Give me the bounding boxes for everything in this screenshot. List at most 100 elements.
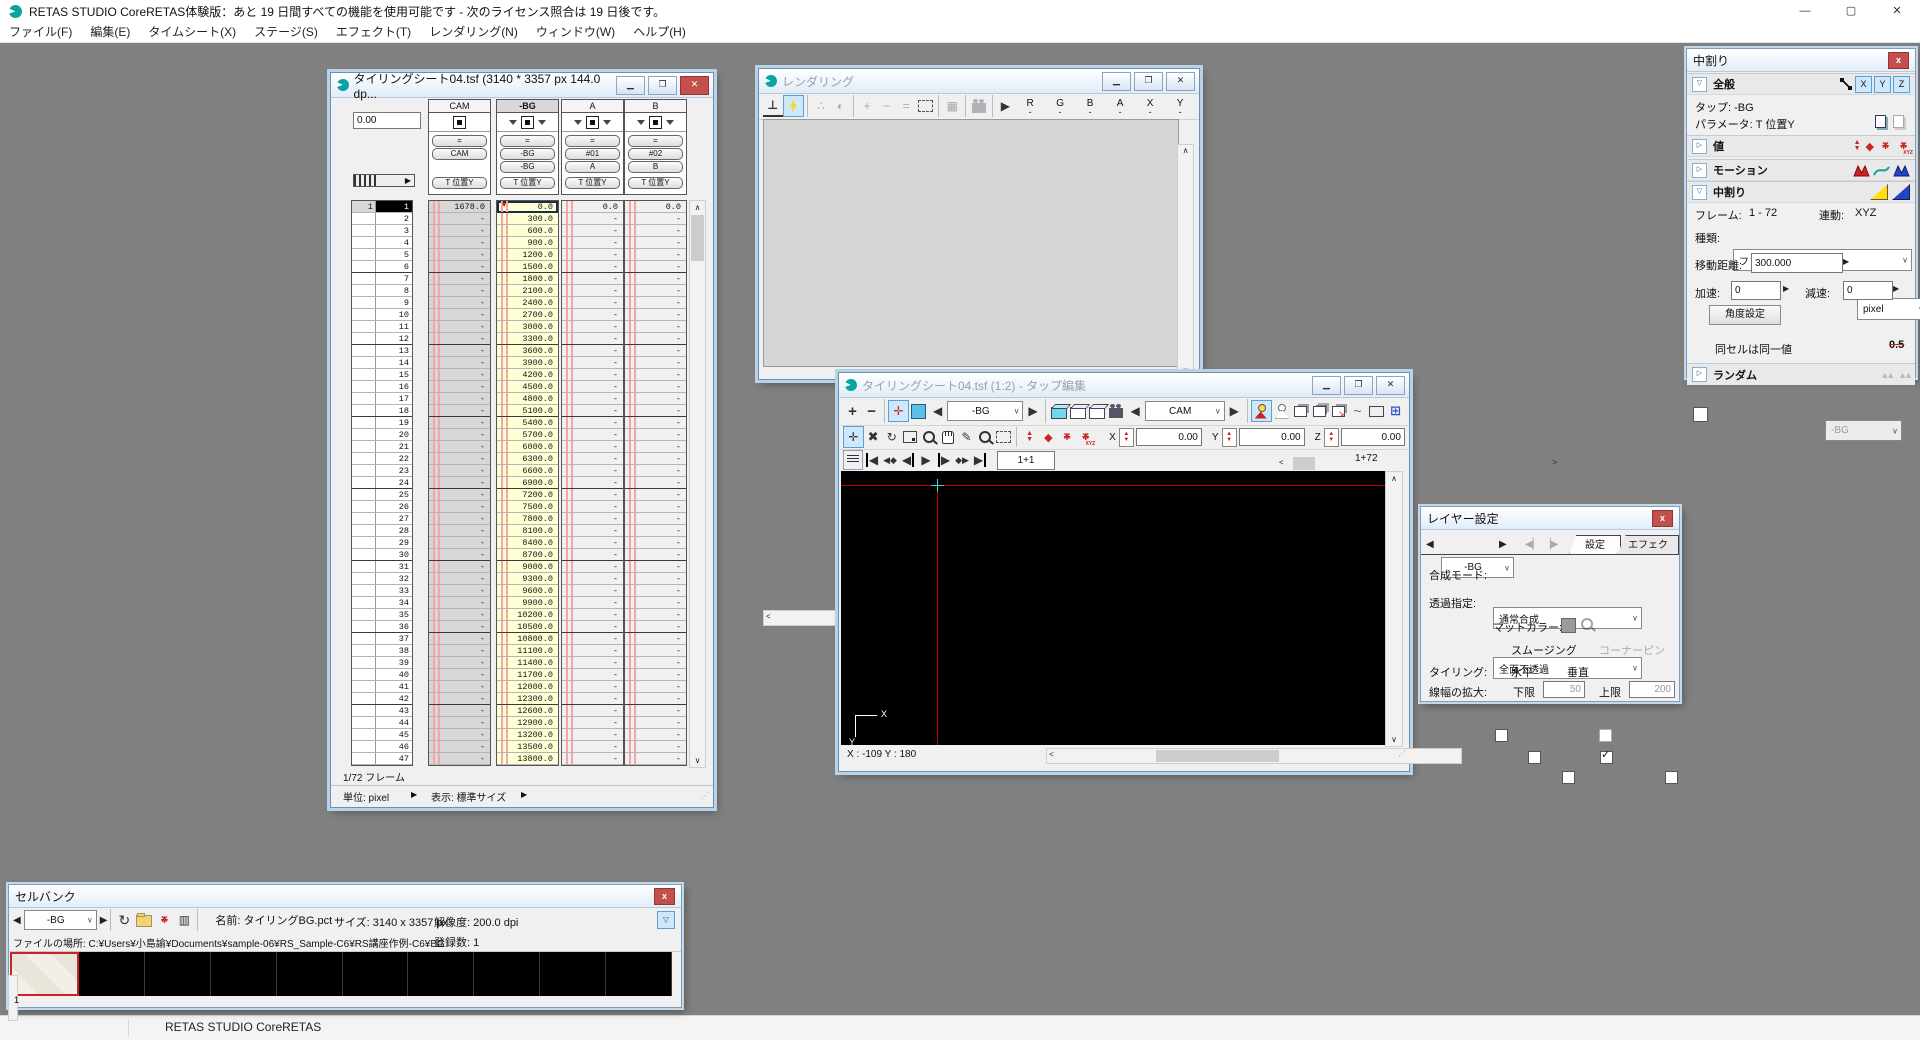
tiling-horizontal-checkbox[interactable] — [1528, 751, 1541, 764]
sheet-cell-bgc-43[interactable]: 12600.0 — [497, 705, 558, 717]
sheet-cell-ac-29[interactable]: - — [562, 537, 623, 549]
cube-view-icon-2[interactable] — [1068, 401, 1087, 421]
sheet-cell-bc-22[interactable]: - — [625, 453, 686, 465]
sheet-cell-bc-14[interactable]: - — [625, 357, 686, 369]
frame-number-row-5[interactable]: 5 — [352, 249, 412, 261]
axis-x-button[interactable]: X — [1855, 76, 1872, 93]
sheet-cell-ac-6[interactable]: - — [562, 261, 623, 273]
cel-thumbnail-4[interactable] — [211, 952, 277, 996]
sheet-cell-ac-24[interactable]: - — [562, 477, 623, 489]
resize-grip[interactable]: ⋰ — [701, 791, 709, 800]
sheet-cell-bc-6[interactable]: - — [625, 261, 686, 273]
menu-item-1[interactable]: 編集(E) — [81, 22, 139, 42]
sheet-cell-bgc-14[interactable]: 3900.0 — [497, 357, 558, 369]
frame-number-row-25[interactable]: 25 — [352, 489, 412, 501]
sheet-cell-cam-15[interactable]: - — [429, 369, 490, 381]
prev-frame-icon[interactable]: ◀ — [899, 450, 917, 470]
thumbnail-size-slider[interactable]: ▶ — [353, 174, 415, 187]
layers-icon[interactable] — [1291, 401, 1310, 421]
sheet-cell-ac-45[interactable]: - — [562, 729, 623, 741]
cel-thumbnail-8[interactable] — [474, 952, 540, 996]
render-channel-X[interactable]: X- — [1135, 98, 1165, 115]
bg-layer-icon[interactable] — [521, 116, 534, 129]
sheet-cell-bc-13[interactable]: - — [625, 345, 686, 357]
frame-number-row-2[interactable]: 2 — [352, 213, 412, 225]
frame-number-row-7[interactable]: 7 — [352, 273, 412, 285]
sheet-cell-bc-41[interactable]: - — [625, 681, 686, 693]
sheet-cell-ac-25[interactable]: - — [562, 489, 623, 501]
sheet-cell-bgc-46[interactable]: 13500.0 — [497, 741, 558, 753]
sheet-cell-bc-24[interactable]: - — [625, 477, 686, 489]
copy-icon[interactable] — [1875, 115, 1886, 128]
cam-name-button[interactable]: CAM — [432, 148, 487, 160]
z-field[interactable]: 0.00 — [1341, 428, 1405, 446]
motion-pencil-curve-icon[interactable] — [1873, 164, 1890, 177]
sheet-cell-bgc-33[interactable]: 9600.0 — [497, 585, 558, 597]
y-field[interactable]: 0.00 — [1239, 428, 1305, 446]
sheet-cell-cam-31[interactable]: - — [429, 561, 490, 573]
snapshot-icon[interactable] — [969, 96, 989, 116]
add-tap-icon[interactable]: + — [843, 401, 862, 421]
cam-param-button[interactable]: T 位置Y — [432, 177, 487, 189]
cellbank-close-button[interactable]: x — [654, 888, 675, 905]
sheet-cell-bc-16[interactable]: - — [625, 381, 686, 393]
sheet-cell-bc-43[interactable]: - — [625, 705, 686, 717]
frame-number-row-36[interactable]: 36 — [352, 621, 412, 633]
move-tool-icon[interactable]: ✛ — [843, 426, 864, 448]
show-person-icon[interactable] — [1251, 400, 1272, 422]
cel-thumbnail-3[interactable] — [145, 952, 211, 996]
matte-picker-icon[interactable] — [1581, 618, 1593, 633]
view-expand-icon[interactable]: ▶ — [521, 790, 527, 799]
sheet-cell-bc-33[interactable]: - — [625, 585, 686, 597]
sheet-cell-ac-28[interactable]: - — [562, 525, 623, 537]
sheet-cell-ac-40[interactable]: - — [562, 669, 623, 681]
sheet-cell-bgc-12[interactable]: 3300.0 — [497, 333, 558, 345]
select-rect-tool-icon[interactable] — [995, 427, 1014, 447]
sheet-cell-bgc-30[interactable]: 8700.0 — [497, 549, 558, 561]
sheet-cell-bgc-28[interactable]: 8100.0 — [497, 525, 558, 537]
sheet-cell-ac-16[interactable]: - — [562, 381, 623, 393]
frame-number-row-30[interactable]: 30 — [352, 549, 412, 561]
cel-next-icon[interactable]: ▶ — [100, 915, 108, 926]
section-inbetween[interactable]: ▽ 中割り — [1687, 181, 1915, 203]
render-channel-Y[interactable]: Y- — [1165, 98, 1195, 115]
sheet-cell-cam-7[interactable]: - — [429, 273, 490, 285]
ease-blue-icon[interactable] — [1892, 184, 1910, 200]
sheet-cell-ac-46[interactable]: - — [562, 741, 623, 753]
sheet-cell-cam-41[interactable]: - — [429, 681, 490, 693]
sheet-cell-bc-2[interactable]: - — [625, 213, 686, 225]
sheet-cell-cam-30[interactable]: - — [429, 549, 490, 561]
pencil-tool-icon[interactable]: ✎ — [957, 427, 976, 447]
frame-number-row-8[interactable]: 8 — [352, 285, 412, 297]
sheet-cell-bc-7[interactable]: - — [625, 273, 686, 285]
rendering-titlebar[interactable]: レンダリング ▁ ❐ ✕ — [759, 69, 1199, 94]
sheet-cell-bgc-35[interactable]: 10200.0 — [497, 609, 558, 621]
sheet-cell-bc-9[interactable]: - — [625, 297, 686, 309]
go-first-icon[interactable]: ◀ — [863, 450, 881, 470]
layer-titlebar[interactable]: レイヤー設定 x — [1421, 507, 1679, 530]
sheet-cell-cam-45[interactable]: - — [429, 729, 490, 741]
frame-number-row-42[interactable]: 42 — [352, 693, 412, 705]
sheet-cell-bgc-38[interactable]: 11100.0 — [497, 645, 558, 657]
frame-number-row-26[interactable]: 26 — [352, 501, 412, 513]
section-random[interactable]: ▷ ランダム ▲▲ ▲▲ — [1687, 363, 1915, 385]
node-path-icon[interactable] — [1840, 78, 1852, 90]
rendering-restore-button[interactable]: ❐ — [1134, 72, 1163, 91]
sheet-cell-ac-10[interactable]: - — [562, 309, 623, 321]
sheet-cell-cam-42[interactable]: - — [429, 693, 490, 705]
frame-border-icon[interactable] — [1367, 401, 1386, 421]
unit-expand-icon[interactable]: ▶ — [411, 790, 417, 799]
color-dots-icon[interactable]: ∴ — [811, 96, 831, 116]
sheet-cell-cam-2[interactable]: - — [429, 213, 490, 225]
inbetween-expander-icon[interactable]: ▽ — [1692, 185, 1707, 200]
sheet-cell-cam-18[interactable]: - — [429, 405, 490, 417]
y-stepper[interactable]: ▲▼ — [1222, 428, 1237, 447]
cube-view-icon-3[interactable] — [1088, 401, 1107, 421]
frame-number-row-40[interactable]: 40 — [352, 669, 412, 681]
cam-eq-button[interactable]: = — [432, 135, 487, 147]
sheet-cell-bgc-7[interactable]: 1800.0 — [497, 273, 558, 285]
layer-transfer-icon[interactable] — [1329, 401, 1348, 421]
tap-cam-select[interactable]: CAM — [1145, 401, 1225, 421]
prev-key-icon[interactable]: ◀◆ — [881, 450, 899, 470]
sheet-cell-cam-34[interactable]: - — [429, 597, 490, 609]
